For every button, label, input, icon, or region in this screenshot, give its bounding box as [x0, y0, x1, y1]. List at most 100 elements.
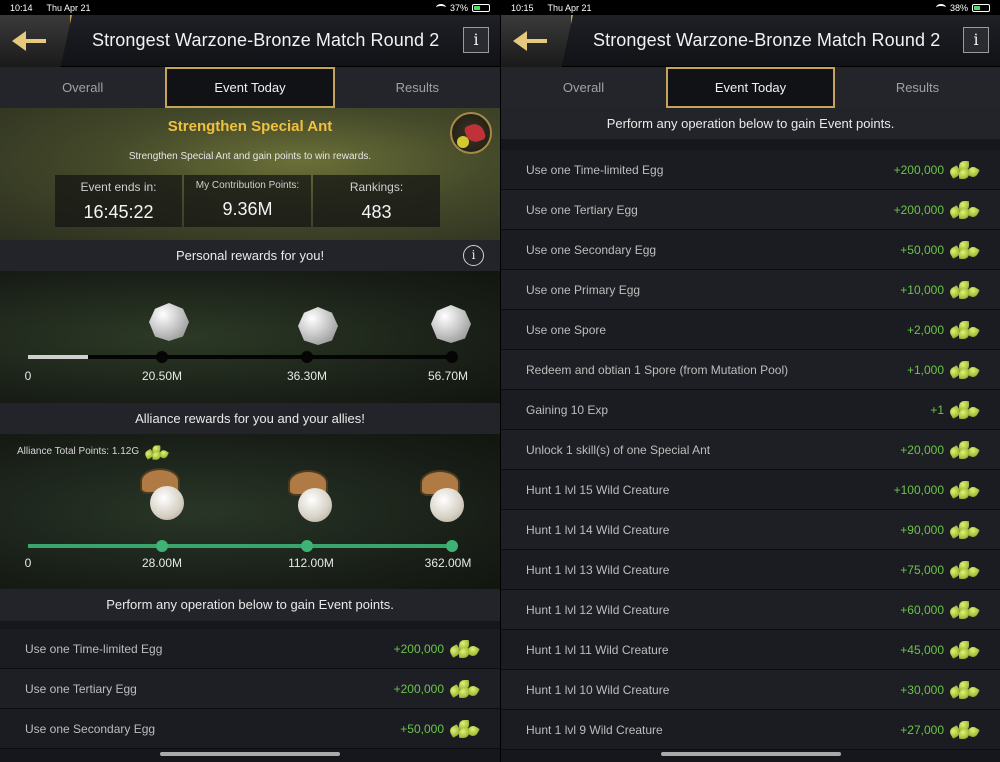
personal-rewards-heading: Personal rewards for you! i [0, 240, 500, 271]
alliance-total: Alliance Total Points: 1.12G [17, 444, 170, 460]
status-date: Thu Apr 21 [46, 2, 91, 13]
home-indicator[interactable] [661, 752, 841, 756]
stat-label: My Contribution Points: [195, 180, 300, 191]
list-item: Use one Secondary Egg +50,000 [0, 709, 500, 749]
operation-points: +30,000 [900, 682, 944, 697]
battery-percent: 37% [449, 2, 468, 13]
operations-heading: Perform any operation below to gain Even… [501, 108, 1000, 139]
shell-reward-icon[interactable] [418, 470, 464, 522]
leaf-points-icon [948, 160, 980, 179]
operation-points: +60,000 [900, 602, 944, 617]
tab-results[interactable]: Results [335, 67, 500, 108]
battery-percent: 38% [949, 2, 968, 13]
leaf-points-icon [948, 440, 980, 459]
list-item: Use one Primary Egg +10,000 [501, 270, 1000, 310]
battery-icon [972, 3, 990, 12]
leaf-points-icon [948, 200, 980, 219]
section-title: Personal rewards for you! [175, 248, 325, 263]
alliance-total-label: Alliance Total Points: 1.12G [17, 445, 140, 457]
header: Strongest Warzone-Bronze Match Round 2 i [0, 15, 500, 67]
tab-bar: Overall Event Today Results [501, 67, 1000, 108]
operation-desc: Use one Time-limited Egg [526, 162, 664, 177]
event-title: Strengthen Special Ant [167, 118, 333, 135]
operation-points: +200,000 [893, 202, 944, 217]
battery-icon [472, 3, 490, 12]
list-item: Hunt 1 lvl 9 Wild Creature +27,000 [501, 710, 1000, 750]
leaf-points-icon [143, 445, 170, 460]
home-indicator[interactable] [160, 752, 340, 756]
tab-overall[interactable]: Overall [0, 67, 165, 108]
leaf-points-icon [948, 400, 980, 419]
operation-desc: Use one Secondary Egg [25, 721, 156, 736]
shell-reward-icon[interactable] [138, 468, 184, 520]
crystal-reward-icon[interactable] [149, 303, 189, 341]
operation-desc: Use one Tertiary Egg [526, 202, 638, 217]
leaf-points-icon [948, 560, 980, 579]
status-bar: 10:14 Thu Apr 21 37% [0, 0, 500, 15]
crystal-reward-icon[interactable] [431, 305, 471, 343]
milestone-label: 362.00M [424, 556, 472, 570]
operation-desc: Redeem and obtian 1 Spore (from Mutation… [526, 362, 789, 377]
list-item: Use one Time-limited Egg +200,000 [501, 150, 1000, 190]
tab-overall[interactable]: Overall [501, 67, 666, 108]
list-item: Hunt 1 lvl 11 Wild Creature +45,000 [501, 630, 1000, 670]
right-screen: 10:15 Thu Apr 21 38% Strongest Warzone-B… [500, 0, 1000, 762]
list-item: Hunt 1 lvl 14 Wild Creature +90,000 [501, 510, 1000, 550]
status-time: 10:15 [511, 2, 534, 13]
list-item: Gaining 10 Exp +1 [501, 390, 1000, 430]
list-item: Use one Secondary Egg +50,000 [501, 230, 1000, 270]
leaf-points-icon [948, 360, 980, 379]
progress-track [28, 544, 456, 548]
info-button[interactable]: i [963, 27, 989, 53]
tab-results[interactable]: Results [835, 67, 1000, 108]
list-item: Use one Spore +2,000 [501, 310, 1000, 350]
leaf-points-icon [448, 719, 480, 738]
tab-event-today[interactable]: Event Today [666, 67, 835, 108]
operations-heading: Perform any operation below to gain Even… [0, 589, 500, 621]
header: Strongest Warzone-Bronze Match Round 2 i [501, 15, 1000, 67]
leaf-points-icon [948, 640, 980, 659]
operation-desc: Use one Secondary Egg [526, 242, 657, 257]
operation-desc: Hunt 1 lvl 12 Wild Creature [526, 602, 670, 617]
milestone-node [446, 351, 458, 363]
shell-reward-icon[interactable] [286, 470, 332, 522]
list-item: Redeem and obtian 1 Spore (from Mutation… [501, 350, 1000, 390]
crystal-reward-icon[interactable] [298, 307, 338, 345]
operation-desc: Hunt 1 lvl 15 Wild Creature [526, 482, 670, 497]
back-arrow-icon [513, 31, 547, 51]
operation-desc: Gaining 10 Exp [526, 402, 609, 417]
list-item: Hunt 1 lvl 15 Wild Creature +100,000 [501, 470, 1000, 510]
operation-points: +1,000 [906, 362, 944, 377]
section-title: Alliance rewards for you and your allies… [135, 411, 365, 426]
operation-points: +90,000 [900, 522, 944, 537]
alliance-rewards-track: Alliance Total Points: 1.12G 0 28.00M 11… [0, 434, 500, 589]
milestone-label: 0 [24, 556, 32, 570]
leaf-points-icon [948, 280, 980, 299]
list-item: Use one Tertiary Egg +200,000 [0, 669, 500, 709]
info-circle-icon[interactable]: i [463, 245, 484, 266]
stat-label: Event ends in: [80, 180, 157, 194]
operation-points: +50,000 [900, 242, 944, 257]
operation-points: +27,000 [900, 722, 944, 737]
operation-desc: Hunt 1 lvl 10 Wild Creature [526, 682, 670, 697]
alliance-rewards-heading: Alliance rewards for you and your allies… [0, 403, 500, 434]
milestone-node [156, 351, 168, 363]
page-title: Strongest Warzone-Bronze Match Round 2 [92, 30, 440, 50]
contribution-value: 9.36M [222, 199, 273, 219]
tab-event-today[interactable]: Event Today [165, 67, 335, 108]
wifi-icon [935, 4, 946, 11]
operation-points: +200,000 [893, 162, 944, 177]
back-button[interactable] [0, 15, 72, 67]
special-ant-icon[interactable] [450, 112, 492, 154]
operation-points: +200,000 [393, 641, 444, 656]
status-time: 10:14 [10, 2, 33, 13]
left-screen: 10:14 Thu Apr 21 37% Strongest Warzone-B… [0, 0, 500, 762]
back-button[interactable] [501, 15, 573, 67]
progress-fill [28, 355, 88, 359]
operation-points: +20,000 [900, 442, 944, 457]
list-item: Unlock 1 skill(s) of one Special Ant +20,… [501, 430, 1000, 470]
info-button[interactable]: i [463, 27, 489, 53]
operation-desc: Use one Primary Egg [526, 282, 641, 297]
leaf-points-icon [948, 720, 980, 739]
stat-label: Rankings: [349, 180, 404, 194]
